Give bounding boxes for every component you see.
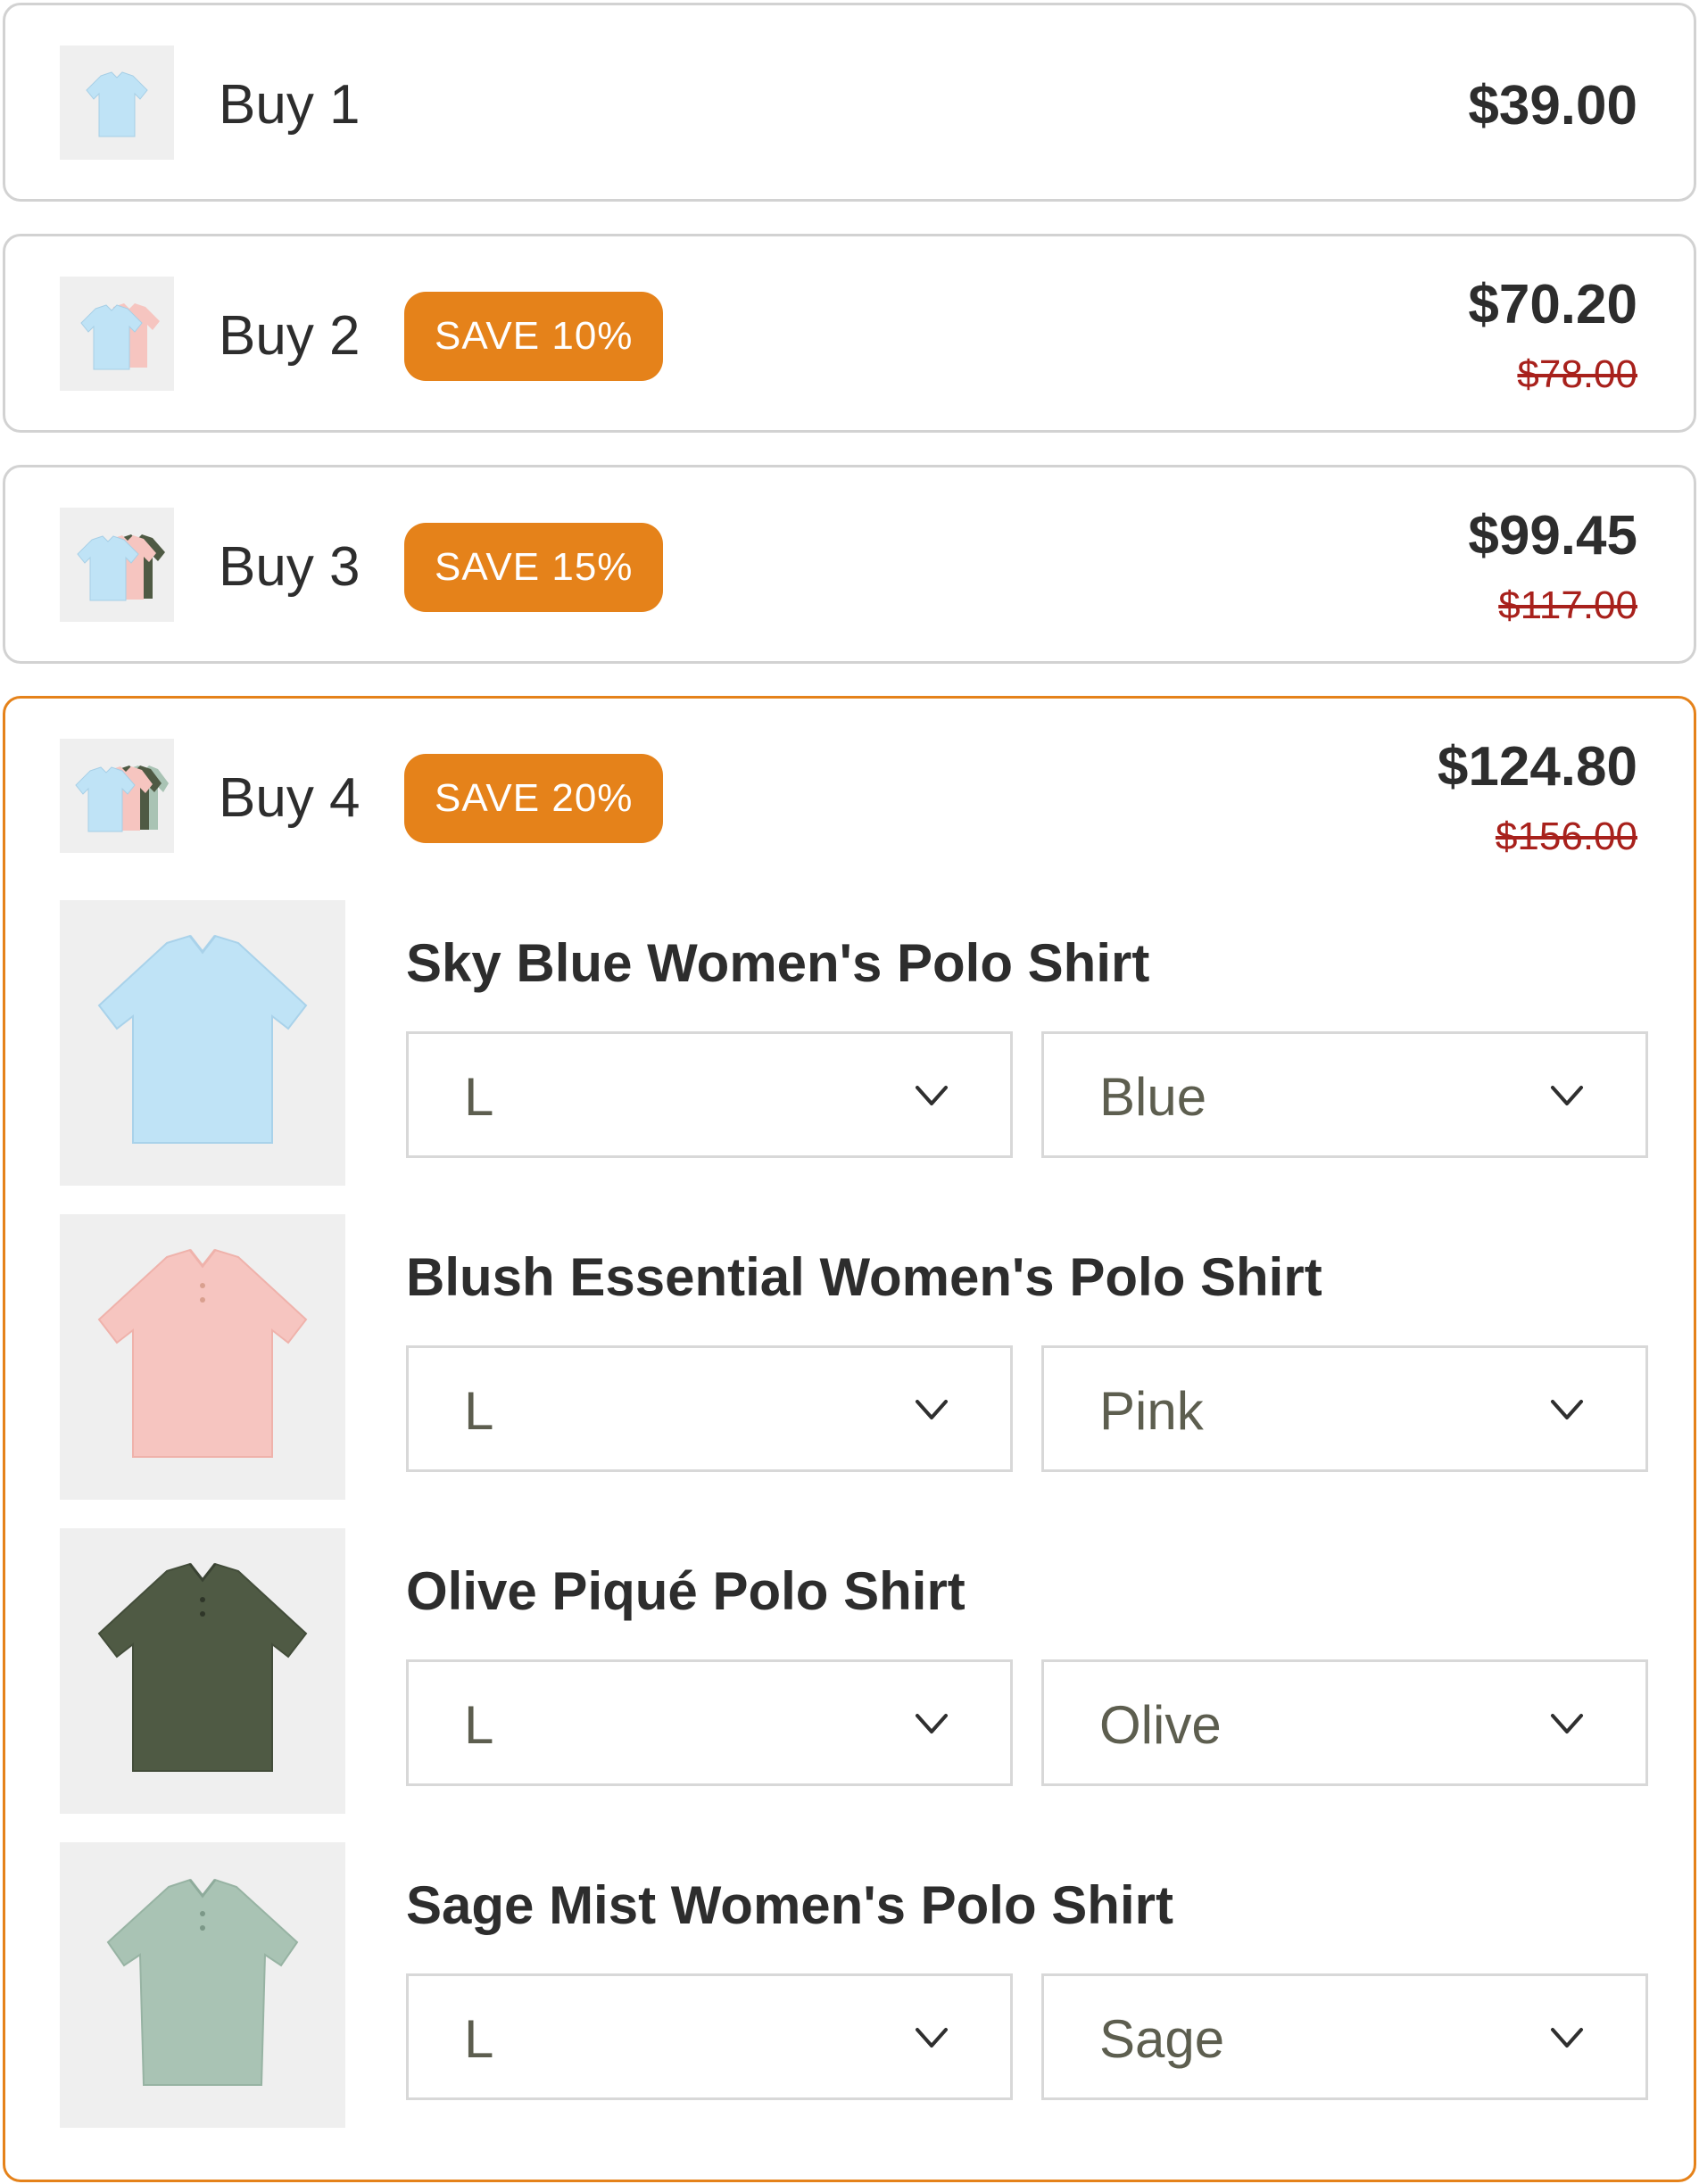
select-value: L (464, 1695, 494, 1755)
chevron-down-icon (914, 1394, 949, 1427)
chevron-down-icon (914, 2023, 949, 2055)
polo-shirt-thumbnail (60, 508, 174, 622)
original-price: $117.00 (1498, 583, 1637, 627)
save-badge: SAVE 20% (404, 754, 664, 843)
polo-shirt-thumbnail (60, 739, 174, 853)
item-title: Sky Blue Women's Polo Shirt (406, 933, 1150, 993)
save-badge: SAVE 10% (404, 292, 664, 381)
color-select[interactable]: Pink (1041, 1345, 1648, 1472)
save-badge: SAVE 15% (404, 523, 664, 612)
color-select[interactable]: Olive (1041, 1659, 1648, 1786)
select-value: L (464, 1067, 494, 1127)
offer-price: $39.00 (1468, 75, 1637, 136)
select-value: Pink (1099, 1381, 1204, 1441)
polo-shirt-thumbnail (60, 277, 174, 391)
bundle-item-olive: Olive Piqué Polo Shirt L Olive (60, 1528, 1648, 1814)
item-title: Olive Piqué Polo Shirt (406, 1561, 966, 1621)
offer-label: Buy 4 (219, 767, 361, 829)
polo-shirt-icon (97, 934, 308, 1144)
polo-shirt-thumbnail (60, 46, 174, 160)
offer-label: Buy 3 (219, 536, 361, 598)
chevron-down-icon (1549, 1394, 1585, 1427)
polo-shirt-icon (106, 1878, 299, 2086)
size-select[interactable]: L (406, 1659, 1013, 1786)
product-image (60, 1214, 345, 1500)
bundle-item-sky-blue: Sky Blue Women's Polo Shirt L Blue (60, 900, 1648, 1186)
polo-shirt-icon (97, 1248, 308, 1458)
polo-shirt-icon (86, 71, 148, 137)
offer-price: $70.20 (1468, 274, 1637, 335)
offer-price: $124.80 (1437, 736, 1637, 798)
product-image (60, 1528, 345, 1814)
select-value: L (464, 2009, 494, 2069)
bundle-item-sage: Sage Mist Women's Polo Shirt L Sage (60, 1842, 1648, 2128)
polo-shirt-icon (75, 765, 169, 832)
color-select[interactable]: Sage (1041, 1973, 1648, 2100)
offer-price: $99.45 (1468, 505, 1637, 567)
select-value: Olive (1099, 1695, 1222, 1755)
offer-label: Buy 1 (219, 74, 361, 136)
original-price: $156.00 (1495, 815, 1637, 858)
size-select[interactable]: L (406, 1973, 1013, 2100)
polo-shirt-icon (80, 303, 160, 370)
chevron-down-icon (914, 1080, 949, 1113)
original-price: $78.00 (1517, 352, 1637, 396)
offer-buy-2[interactable]: Buy 2 SAVE 10% $70.20 $78.00 (3, 234, 1696, 433)
product-image (60, 900, 345, 1186)
bundle-item-blush: Blush Essential Women's Polo Shirt L Pin… (60, 1214, 1648, 1500)
polo-shirt-icon (77, 534, 165, 601)
chevron-down-icon (1549, 2023, 1585, 2055)
polo-shirt-icon (97, 1562, 308, 1772)
color-select[interactable]: Blue (1041, 1031, 1648, 1158)
select-value: Sage (1099, 2009, 1225, 2069)
item-title: Sage Mist Women's Polo Shirt (406, 1875, 1173, 1935)
offer-buy-3[interactable]: Buy 3 SAVE 15% $99.45 $117.00 (3, 465, 1696, 664)
chevron-down-icon (914, 1708, 949, 1741)
product-image (60, 1842, 345, 2128)
offer-buy-1[interactable]: Buy 1 $39.00 (3, 3, 1696, 202)
chevron-down-icon (1549, 1080, 1585, 1113)
select-value: L (464, 1381, 494, 1441)
size-select[interactable]: L (406, 1345, 1013, 1472)
offer-buy-4[interactable]: Buy 4 SAVE 20% $124.80 $156.00 Sky Blue … (3, 696, 1696, 2182)
select-value: Blue (1099, 1067, 1207, 1127)
item-title: Blush Essential Women's Polo Shirt (406, 1247, 1322, 1307)
size-select[interactable]: L (406, 1031, 1013, 1158)
chevron-down-icon (1549, 1708, 1585, 1741)
offer-label: Buy 2 (219, 305, 361, 367)
